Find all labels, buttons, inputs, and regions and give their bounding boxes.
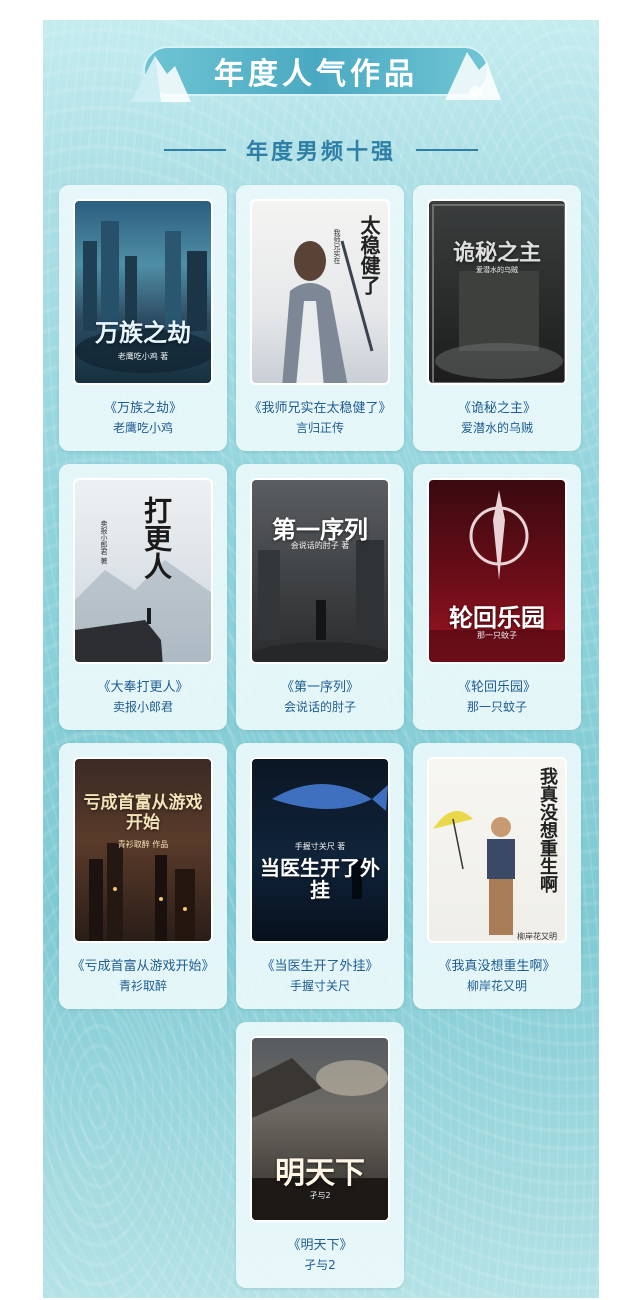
book-author: 会说话的肘子: [283, 700, 356, 714]
book-title[interactable]: 《诡秘之主》: [413, 397, 581, 416]
cover-author: 柳岸花又明: [517, 932, 557, 941]
cover-author: 那一只蚊子: [477, 631, 517, 640]
book-author: 青衫取醉: [118, 979, 167, 993]
cover-title: 打更人: [140, 496, 173, 580]
book-cover[interactable]: 万族之劫 老鹰吃小鸡 著: [73, 199, 213, 385]
cover-title: 明天下: [275, 1156, 365, 1191]
mountain-right-decoration: [445, 52, 501, 100]
book-card[interactable]: 轮回乐园 那一只蚊子 《轮回乐园》 那一只蚊子: [413, 464, 581, 730]
cover-title: 亏成首富从游戏开始: [83, 793, 203, 833]
book-card[interactable]: 亏成首富从游戏开始 青衫取醉 作品 《亏成首富从游戏开始》 青衫取醉: [59, 743, 227, 1009]
book-cover[interactable]: 太稳健了 我师兄实在: [250, 199, 390, 385]
page-title: 年度人气作品: [214, 57, 418, 92]
book-title[interactable]: 《我真没想重生啊》: [413, 955, 581, 974]
book-author: 言归正传: [295, 421, 344, 435]
cover-title: 轮回乐园: [449, 603, 545, 632]
book-title[interactable]: 《明天下》: [236, 1234, 404, 1253]
book-title[interactable]: 《第一序列》: [236, 676, 404, 695]
cover-author: 会说话的肘子 著: [290, 541, 350, 550]
cover-title: 当医生开了外挂: [260, 856, 380, 902]
book-card[interactable]: 我真没想重生啊 柳岸花又明 《我真没想重生啊》 柳岸花又明: [413, 743, 581, 1009]
section-header: 年度男频十强: [43, 132, 599, 168]
book-cover[interactable]: 打更人 卖报小郎君 著: [73, 478, 213, 664]
cover-title: 诡秘之主: [452, 240, 541, 266]
book-author: 爱潜水的乌贼: [460, 421, 533, 435]
book-title[interactable]: 《亏成首富从游戏开始》: [59, 955, 227, 974]
book-title[interactable]: 《万族之劫》: [59, 397, 227, 416]
book-card[interactable]: 打更人 卖报小郎君 著 《大奉打更人》 卖报小郎君: [59, 464, 227, 730]
night-city-icon: [89, 843, 195, 941]
cover-title: 万族之劫: [95, 318, 191, 347]
dark-ruins-icon: [432, 204, 565, 383]
book-cover[interactable]: 诡秘之主 爱潜水的乌贼: [427, 199, 567, 385]
book-card[interactable]: 诡秘之主 爱潜水的乌贼 《诡秘之主》 爱潜水的乌贼: [413, 185, 581, 451]
cover-author: 孑与2: [309, 1191, 331, 1200]
book-cover[interactable]: 当医生开了外挂 手握寸关尺 著: [250, 757, 390, 943]
book-card[interactable]: 第一序列 会说话的肘子 著 《第一序列》 会说话的肘子: [236, 464, 404, 730]
title-banner: 年度人气作品: [131, 46, 501, 102]
book-title[interactable]: 《当医生开了外挂》: [236, 955, 404, 974]
book-card[interactable]: 太稳健了 我师兄实在 《我师兄实在太稳健了》 言归正传: [236, 185, 404, 451]
book-author: 老鹰吃小鸡: [112, 421, 173, 435]
section-title: 年度男频十强: [245, 139, 396, 165]
book-cover[interactable]: 轮回乐园 那一只蚊子: [427, 478, 567, 664]
divider-right: [416, 149, 478, 151]
cover-author: 手握寸关尺 著: [294, 842, 346, 851]
mountain-left-decoration: [131, 56, 191, 102]
cover-author: 老鹰吃小鸡 著: [117, 352, 169, 361]
book-card[interactable]: 明天下 孑与2 《明天下》 孑与2: [236, 1022, 404, 1288]
cover-author: 我师兄实在: [333, 229, 341, 264]
cover-author: 爱潜水的乌贼: [476, 266, 518, 274]
cover-author: 青衫取醉 作品: [117, 840, 169, 849]
book-card[interactable]: 当医生开了外挂 手握寸关尺 著 《当医生开了外挂》 手握寸关尺: [236, 743, 404, 1009]
book-author: 孑与2: [304, 1258, 336, 1272]
book-card[interactable]: 万族之劫 老鹰吃小鸡 著 《万族之劫》 老鹰吃小鸡: [59, 185, 227, 451]
ruined-city-icon: [252, 540, 388, 662]
book-author: 手握寸关尺: [289, 979, 350, 993]
award-poster: 年度人气作品 年度男频十强 万族之劫 老鹰吃小鸡 著 《万族之劫》 老鹰吃小鸡: [43, 20, 599, 1298]
book-cover[interactable]: 明天下 孑与2: [250, 1036, 390, 1222]
book-title[interactable]: 《轮回乐园》: [413, 676, 581, 695]
book-title[interactable]: 《大奉打更人》: [59, 676, 227, 695]
book-title[interactable]: 《我师兄实在太稳健了》: [236, 397, 404, 416]
cover-title: 我真没想重生啊: [537, 767, 558, 893]
cover-title: 太稳健了: [357, 215, 381, 295]
divider-left: [163, 149, 226, 151]
book-cover[interactable]: 亏成首富从游戏开始 青衫取醉 作品: [73, 757, 213, 943]
cover-author: 卖报小郎君 著: [100, 520, 108, 565]
book-author: 那一只蚊子: [466, 700, 527, 714]
book-author: 卖报小郎君: [112, 700, 173, 714]
book-cover[interactable]: 第一序列 会说话的肘子 著: [250, 478, 390, 664]
book-cover[interactable]: 我真没想重生啊 柳岸花又明: [427, 757, 567, 943]
book-author: 柳岸花又明: [466, 979, 527, 993]
